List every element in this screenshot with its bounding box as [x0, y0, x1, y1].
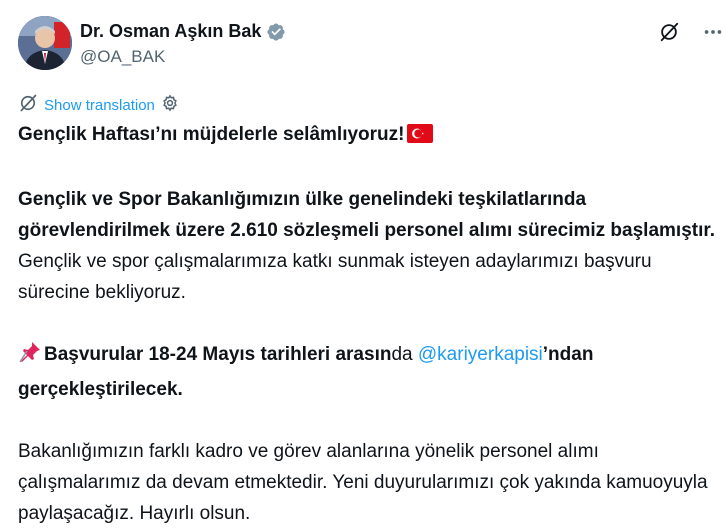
show-translation-button[interactable]: Show translation — [18, 93, 179, 117]
paragraph-2-bold: Gençlik ve Spor Bakanlığımızın ülke gene… — [18, 189, 715, 241]
tweet-paragraph-1: Gençlik Haftası’nı müjdelerle selâmlıyor… — [18, 119, 718, 153]
tweet-paragraph-2: Gençlik ve Spor Bakanlığımızın ülke gene… — [18, 184, 718, 308]
translate-icon — [18, 93, 38, 117]
tweet-paragraph-3: Başvurular 18-24 Mayıs tarihleri arasınd… — [18, 339, 718, 405]
author-handle[interactable]: @OA_BAK — [80, 47, 165, 67]
tweet-paragraph-4: Bakanlığımızın farklı kadro ve görev ala… — [18, 441, 708, 524]
paragraph-2-rest: Gençlik ve spor çalışmalarımıza katkı su… — [18, 251, 652, 303]
paragraph-1-text: Gençlik Haftası’nı müjdelerle selâmlıyor… — [18, 124, 405, 145]
gear-icon[interactable] — [161, 94, 179, 116]
turkey-flag-emoji — [407, 122, 434, 153]
tweet-text: Gençlik Haftası’nı müjdelerle selâmlıyor… — [18, 119, 718, 529]
avatar[interactable] — [18, 16, 72, 70]
grok-icon[interactable] — [657, 20, 681, 44]
mention-link[interactable]: @kariyerkapisi — [418, 344, 543, 365]
more-icon[interactable] — [701, 20, 725, 44]
verified-badge-icon — [266, 22, 286, 42]
show-translation-label[interactable]: Show translation — [44, 97, 155, 114]
tweet-header: Dr. Osman Aşkın Bak @OA_BAK — [18, 16, 725, 72]
paragraph-3-mid: da — [391, 344, 418, 365]
pushpin-emoji — [18, 340, 42, 374]
paragraph-3-bold: Başvurular 18-24 Mayıs tarihleri arasın — [44, 344, 392, 365]
author-name[interactable]: Dr. Osman Aşkın Bak — [80, 21, 261, 42]
